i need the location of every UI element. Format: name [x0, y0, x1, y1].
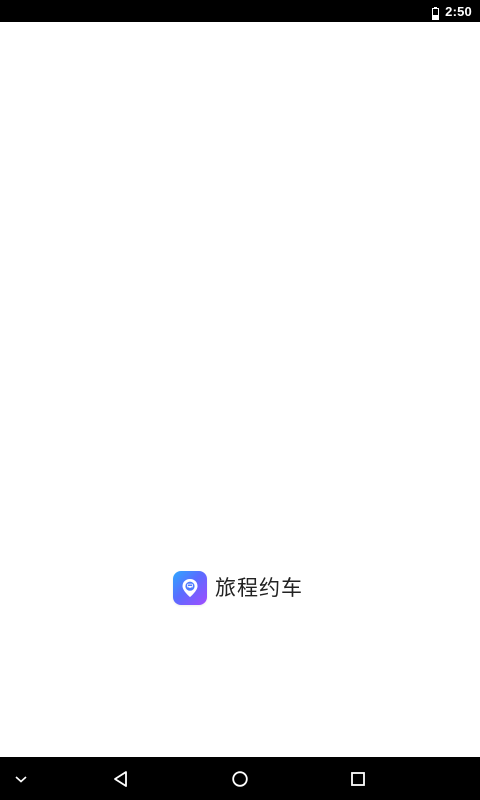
navigation-bar [0, 757, 480, 800]
home-icon[interactable] [225, 757, 255, 800]
collapse-chevron-icon[interactable] [6, 757, 36, 800]
status-bar-right: 2:50 [432, 0, 472, 22]
status-time: 2:50 [445, 3, 472, 19]
back-icon[interactable] [106, 757, 136, 800]
app-name: 旅程约车 [215, 576, 303, 600]
status-bar: 2:50 [0, 0, 480, 22]
splash-brand: 旅程约车 [173, 571, 303, 605]
battery-icon [432, 5, 440, 20]
splash-content: 旅程约车 [0, 22, 480, 757]
recents-icon[interactable] [343, 757, 373, 800]
car-pin-logo-icon [173, 571, 207, 605]
screen: 2:50 旅程约车 [0, 0, 480, 800]
